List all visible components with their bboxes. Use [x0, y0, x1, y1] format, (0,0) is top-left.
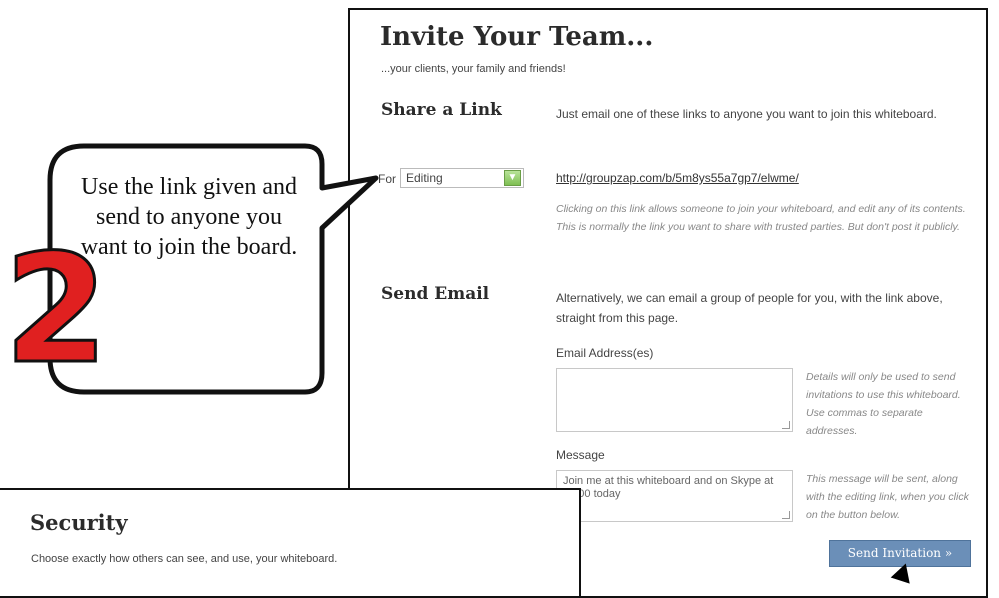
- callout-text: Use the link given and send to anyone yo…: [80, 174, 298, 260]
- callout-bubble: [47, 143, 379, 395]
- step-number-badge: 2: [2, 223, 109, 397]
